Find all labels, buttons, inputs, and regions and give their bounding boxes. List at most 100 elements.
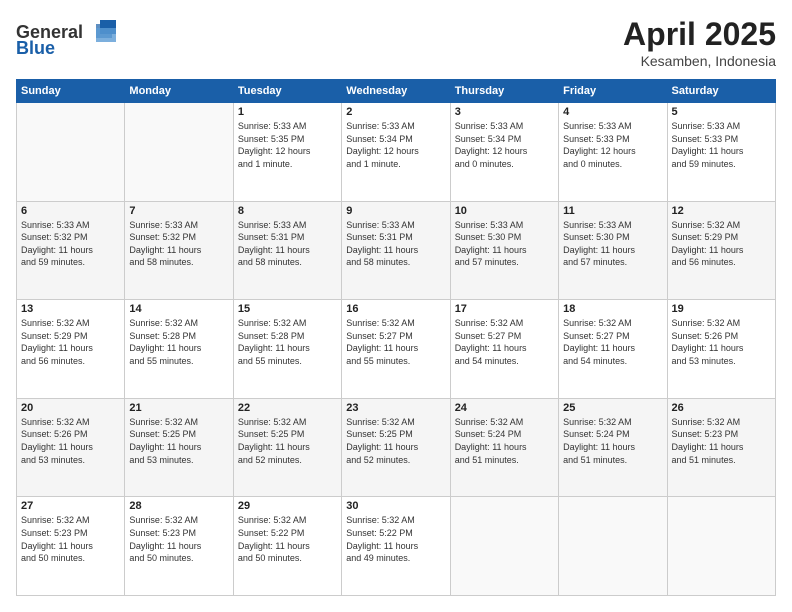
day-info: Sunrise: 5:33 AM Sunset: 5:35 PM Dayligh… — [238, 120, 337, 170]
day-info: Sunrise: 5:32 AM Sunset: 5:29 PM Dayligh… — [21, 317, 120, 367]
day-info: Sunrise: 5:32 AM Sunset: 5:22 PM Dayligh… — [238, 514, 337, 564]
calendar-cell: 25Sunrise: 5:32 AM Sunset: 5:24 PM Dayli… — [559, 398, 667, 497]
calendar-cell: 14 Sunrise: 5:32 AM Sunset: 5:28 PM Dayli… — [125, 300, 233, 399]
day-number: 27 — [21, 500, 120, 512]
day-number: 8 — [238, 205, 337, 217]
calendar-cell: 23Sunrise: 5:32 AM Sunset: 5:25 PM Dayli… — [342, 398, 450, 497]
day-info: Sunrise: 5:33 AM Sunset: 5:32 PM Dayligh… — [129, 219, 228, 269]
calendar-cell: 13Sunrise: 5:32 AM Sunset: 5:29 PM Dayli… — [17, 300, 125, 399]
weekday-header-row: Sunday Monday Tuesday Wednesday Thursday… — [17, 80, 776, 103]
day-info: Sunrise: 5:32 AM Sunset: 5:26 PM Dayligh… — [672, 317, 771, 367]
day-number: 6 — [21, 205, 120, 217]
page: General Blue April 2025 Kesamben, Indone… — [0, 0, 792, 612]
calendar-cell: 7Sunrise: 5:33 AM Sunset: 5:32 PM Daylig… — [125, 201, 233, 300]
day-info: Sunrise: 5:33 AM Sunset: 5:30 PM Dayligh… — [563, 219, 662, 269]
day-info: Sunrise: 5:33 AM Sunset: 5:30 PM Dayligh… — [455, 219, 554, 269]
day-info: Sunrise: 5:32 AM Sunset: 5:24 PM Dayligh… — [455, 416, 554, 466]
day-info: Sunrise: 5:32 AM Sunset: 5:23 PM Dayligh… — [21, 514, 120, 564]
day-info: Sunrise: 5:32 AM Sunset: 5:27 PM Dayligh… — [563, 317, 662, 367]
calendar-cell: 8 Sunrise: 5:33 AM Sunset: 5:31 PM Daylig… — [233, 201, 341, 300]
calendar-table: Sunday Monday Tuesday Wednesday Thursday… — [16, 79, 776, 596]
calendar-cell: 27 Sunrise: 5:32 AM Sunset: 5:23 PM Dayli… — [17, 497, 125, 596]
day-info: Sunrise: 5:33 AM Sunset: 5:33 PM Dayligh… — [563, 120, 662, 170]
day-number: 19 — [672, 303, 771, 315]
calendar-cell: 21 Sunrise: 5:32 AM Sunset: 5:25 PM Dayli… — [125, 398, 233, 497]
day-info: Sunrise: 5:33 AM Sunset: 5:31 PM Dayligh… — [346, 219, 445, 269]
day-number: 11 — [563, 205, 662, 217]
day-info: Sunrise: 5:32 AM Sunset: 5:22 PM Dayligh… — [346, 514, 445, 564]
title-month: April 2025 — [623, 16, 776, 53]
day-number: 3 — [455, 106, 554, 118]
day-number: 29 — [238, 500, 337, 512]
header-saturday: Saturday — [667, 80, 775, 103]
day-number: 25 — [563, 402, 662, 414]
day-number: 9 — [346, 205, 445, 217]
day-number: 30 — [346, 500, 445, 512]
day-info: Sunrise: 5:32 AM Sunset: 5:28 PM Dayligh… — [129, 317, 228, 367]
day-number: 21 — [129, 402, 228, 414]
day-number: 10 — [455, 205, 554, 217]
calendar-cell — [559, 497, 667, 596]
day-info: Sunrise: 5:33 AM Sunset: 5:34 PM Dayligh… — [346, 120, 445, 170]
header-friday: Friday — [559, 80, 667, 103]
calendar-cell: 15 Sunrise: 5:32 AM Sunset: 5:28 PM Dayli… — [233, 300, 341, 399]
day-info: Sunrise: 5:32 AM Sunset: 5:26 PM Dayligh… — [21, 416, 120, 466]
day-info: Sunrise: 5:32 AM Sunset: 5:25 PM Dayligh… — [346, 416, 445, 466]
day-number: 1 — [238, 106, 337, 118]
day-info: Sunrise: 5:33 AM Sunset: 5:33 PM Dayligh… — [672, 120, 771, 170]
logo-text: General Blue — [16, 16, 126, 61]
calendar-cell: 20 Sunrise: 5:32 AM Sunset: 5:26 PM Dayli… — [17, 398, 125, 497]
header-sunday: Sunday — [17, 80, 125, 103]
calendar-cell: 1 Sunrise: 5:33 AM Sunset: 5:35 PM Daylig… — [233, 103, 341, 202]
logo: General Blue — [16, 16, 126, 61]
day-info: Sunrise: 5:33 AM Sunset: 5:34 PM Dayligh… — [455, 120, 554, 170]
day-number: 17 — [455, 303, 554, 315]
calendar-week-5: 27 Sunrise: 5:32 AM Sunset: 5:23 PM Dayli… — [17, 497, 776, 596]
svg-text:Blue: Blue — [16, 38, 55, 56]
calendar-cell — [450, 497, 558, 596]
calendar-week-1: 1 Sunrise: 5:33 AM Sunset: 5:35 PM Daylig… — [17, 103, 776, 202]
day-number: 2 — [346, 106, 445, 118]
day-number: 26 — [672, 402, 771, 414]
calendar-cell: 26 Sunrise: 5:32 AM Sunset: 5:23 PM Dayli… — [667, 398, 775, 497]
day-number: 28 — [129, 500, 228, 512]
title-block: April 2025 Kesamben, Indonesia — [623, 16, 776, 69]
header: General Blue April 2025 Kesamben, Indone… — [16, 16, 776, 69]
day-info: Sunrise: 5:32 AM Sunset: 5:29 PM Dayligh… — [672, 219, 771, 269]
day-info: Sunrise: 5:32 AM Sunset: 5:23 PM Dayligh… — [129, 514, 228, 564]
day-number: 18 — [563, 303, 662, 315]
calendar-cell: 3 Sunrise: 5:33 AM Sunset: 5:34 PM Daylig… — [450, 103, 558, 202]
day-number: 14 — [129, 303, 228, 315]
calendar-cell: 18 Sunrise: 5:32 AM Sunset: 5:27 PM Dayli… — [559, 300, 667, 399]
header-monday: Monday — [125, 80, 233, 103]
day-info: Sunrise: 5:32 AM Sunset: 5:23 PM Dayligh… — [672, 416, 771, 466]
day-number: 24 — [455, 402, 554, 414]
day-info: Sunrise: 5:32 AM Sunset: 5:28 PM Dayligh… — [238, 317, 337, 367]
calendar-cell: 4 Sunrise: 5:33 AM Sunset: 5:33 PM Daylig… — [559, 103, 667, 202]
calendar-cell: 12Sunrise: 5:32 AM Sunset: 5:29 PM Dayli… — [667, 201, 775, 300]
calendar-cell: 16 Sunrise: 5:32 AM Sunset: 5:27 PM Dayli… — [342, 300, 450, 399]
day-number: 20 — [21, 402, 120, 414]
calendar-cell: 29 Sunrise: 5:32 AM Sunset: 5:22 PM Dayli… — [233, 497, 341, 596]
calendar-cell: 30 Sunrise: 5:32 AM Sunset: 5:22 PM Dayli… — [342, 497, 450, 596]
day-info: Sunrise: 5:32 AM Sunset: 5:25 PM Dayligh… — [129, 416, 228, 466]
calendar-cell: 10 Sunrise: 5:33 AM Sunset: 5:30 PM Dayli… — [450, 201, 558, 300]
day-number: 4 — [563, 106, 662, 118]
day-info: Sunrise: 5:33 AM Sunset: 5:31 PM Dayligh… — [238, 219, 337, 269]
calendar-week-2: 6 Sunrise: 5:33 AM Sunset: 5:32 PM Daylig… — [17, 201, 776, 300]
calendar-cell: 6 Sunrise: 5:33 AM Sunset: 5:32 PM Daylig… — [17, 201, 125, 300]
day-number: 15 — [238, 303, 337, 315]
day-number: 5 — [672, 106, 771, 118]
calendar-cell: 24 Sunrise: 5:32 AM Sunset: 5:24 PM Dayli… — [450, 398, 558, 497]
calendar-week-4: 20 Sunrise: 5:32 AM Sunset: 5:26 PM Dayli… — [17, 398, 776, 497]
calendar-cell: 19 Sunrise: 5:32 AM Sunset: 5:26 PM Dayli… — [667, 300, 775, 399]
calendar-cell: 17Sunrise: 5:32 AM Sunset: 5:27 PM Dayli… — [450, 300, 558, 399]
day-info: Sunrise: 5:33 AM Sunset: 5:32 PM Dayligh… — [21, 219, 120, 269]
calendar-cell — [667, 497, 775, 596]
day-info: Sunrise: 5:32 AM Sunset: 5:25 PM Dayligh… — [238, 416, 337, 466]
day-number: 16 — [346, 303, 445, 315]
calendar-cell: 22Sunrise: 5:32 AM Sunset: 5:25 PM Dayli… — [233, 398, 341, 497]
header-wednesday: Wednesday — [342, 80, 450, 103]
title-location: Kesamben, Indonesia — [623, 53, 776, 69]
day-info: Sunrise: 5:32 AM Sunset: 5:27 PM Dayligh… — [346, 317, 445, 367]
